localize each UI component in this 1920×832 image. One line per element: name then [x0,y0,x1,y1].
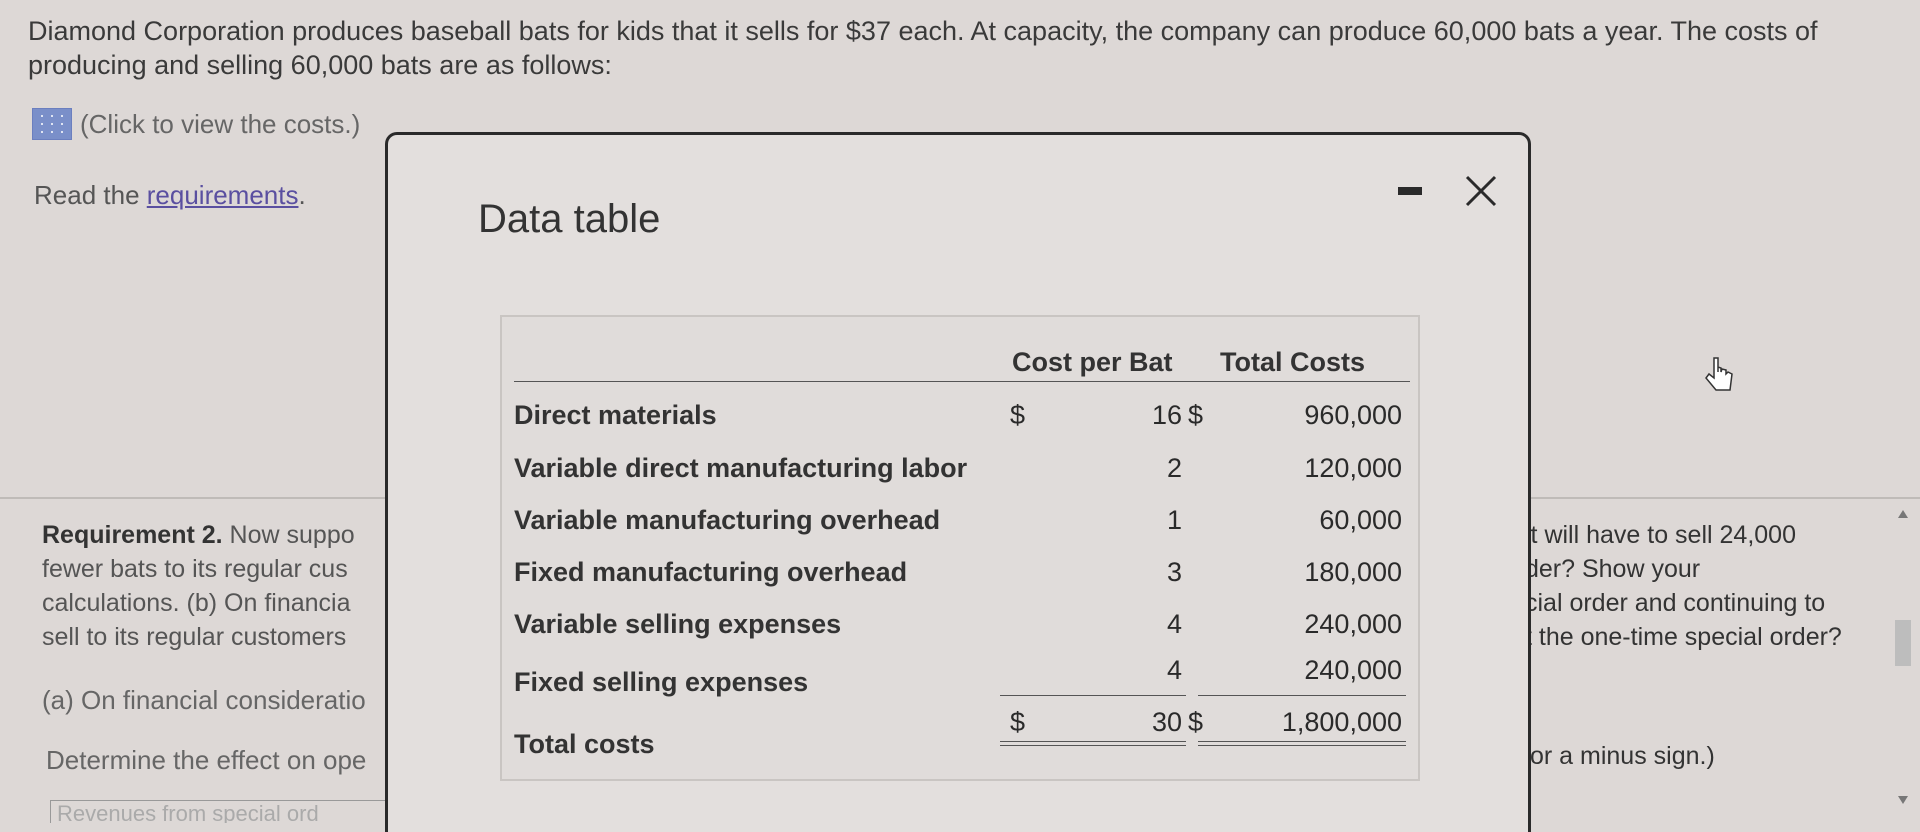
requirements-link[interactable]: requirements [147,180,299,210]
modal-title: Data table [478,197,661,241]
problem-intro: Diamond Corporation produces baseball ba… [28,16,1818,80]
row-label: Fixed selling expenses [514,667,809,697]
row-label: Variable selling expenses [514,609,842,639]
cost-per-bat: 16 [1151,400,1182,430]
total-cost: 120,000 [1304,453,1402,483]
total-cost: 240,000 [1304,609,1402,639]
requirement-2-text: Requirement 2. Now suppo fewer bats to i… [42,521,355,651]
cost-per-bat: 2 [1166,453,1182,483]
scrollbar[interactable] [1893,510,1915,810]
cost-per-bat: 1 [1166,505,1182,535]
total-cost: 960,000 [1304,400,1402,430]
col-header-total-costs: Total Costs [1220,347,1366,377]
requirement-2-text-right: it will have to sell 24,000 der? Show yo… [1525,521,1842,651]
total-costs-value: 1,800,000 [1281,707,1402,737]
row-label: Variable manufacturing overhead [514,505,941,535]
cost-per-bat: 4 [1166,609,1182,639]
currency-symbol: $ [1188,400,1204,430]
subtotal-rule [1198,695,1406,696]
data-table-modal: Data table Cost per Bat Total Costs Dire… [385,132,1531,832]
cost-per-bat: 4 [1166,655,1182,685]
costs-table: Cost per Bat Total Costs Direct material… [500,315,1420,781]
mouse-cursor-icon [1705,357,1733,391]
minimize-button[interactable] [1398,187,1422,195]
determine-instruction: Determine the effect on ope [46,745,367,775]
total-cost-per-bat: 30 [1151,707,1182,737]
total-double-rule [1000,741,1186,746]
total-label: Total costs [514,729,655,759]
cost-per-bat: 3 [1166,557,1182,587]
total-cost: 240,000 [1304,655,1402,685]
total-cost: 60,000 [1319,505,1402,535]
close-icon[interactable] [1461,171,1501,211]
total-double-rule [1198,741,1406,746]
view-costs-label: (Click to view the costs.) [80,108,361,139]
col-header-cost-per-bat: Cost per Bat [1012,347,1173,377]
part-a-question: (a) On financial consideratio [42,685,366,715]
currency-symbol: $ [1010,707,1026,737]
scroll-thumb[interactable] [1895,620,1911,666]
minus-sign-hint: or a minus sign.) [1530,742,1715,770]
total-cost: 180,000 [1304,557,1402,587]
subtotal-rule [1000,695,1186,696]
read-requirements: Read the requirements. [34,180,306,210]
row-label: Direct materials [514,400,717,430]
view-costs-link[interactable]: (Click to view the costs.) [32,108,360,140]
currency-symbol: $ [1010,400,1026,430]
row-label: Variable direct manufacturing labor [514,453,968,483]
header-rule [514,381,1410,382]
table-icon [32,108,72,140]
scroll-up-icon[interactable] [1898,510,1908,518]
row-label: Fixed manufacturing overhead [514,557,908,587]
scroll-down-icon[interactable] [1898,796,1908,804]
currency-symbol: $ [1188,707,1204,737]
